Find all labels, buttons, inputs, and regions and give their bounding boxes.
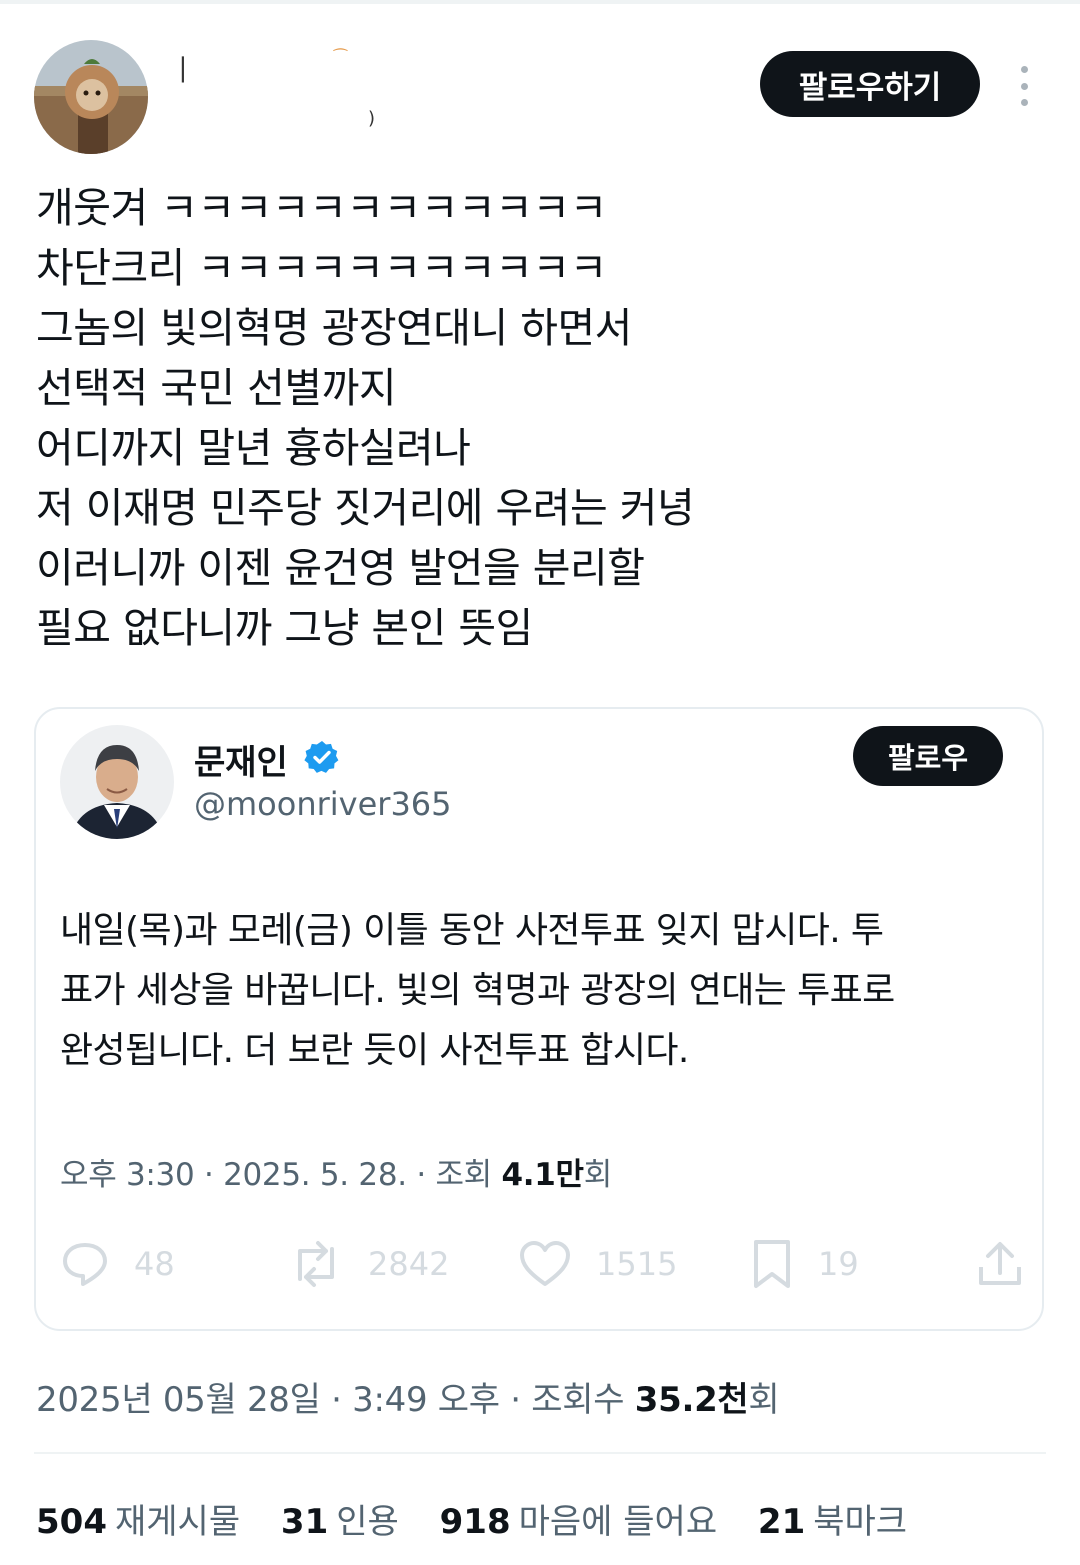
verified-badge-icon bbox=[304, 741, 339, 773]
post-text: 개웃겨 ㅋㅋㅋㅋㅋㅋㅋㅋㅋㅋㅋㅋ 차단크리 ㅋㅋㅋㅋㅋㅋㅋㅋㅋㅋㅋ 그놈의 빛의… bbox=[36, 178, 1036, 658]
likes-count: 918 bbox=[439, 1502, 511, 1542]
post-timestamp-views: 2025년 05월 28일 · 3:49 오후 · 조회수 35.2천회 bbox=[36, 1372, 780, 1421]
bookmark-icon bbox=[754, 1240, 790, 1288]
bookmark-button[interactable]: 19 bbox=[750, 1229, 859, 1299]
quoted-timestamp: 오후 3:30 · 2025. 5. 28. · 조회 bbox=[60, 1157, 502, 1193]
heart-icon bbox=[520, 1241, 570, 1286]
reply-icon bbox=[63, 1243, 107, 1286]
reposts-stat[interactable]: 504 재게시물 bbox=[36, 1494, 240, 1543]
post-line: 필요 없다니까 그냥 본인 뜻임 bbox=[36, 604, 533, 652]
post-timestamp: 2025년 05월 28일 · 3:49 오후 · 조회수 bbox=[36, 1380, 635, 1420]
portrait-avatar-image bbox=[60, 725, 174, 839]
repost-button[interactable]: 2842 bbox=[288, 1229, 449, 1299]
quoted-tweet-card[interactable]: 문재인 @moonriver365 팔로우 내일(목)과 모레(금) 이틀 동안… bbox=[34, 707, 1044, 1331]
bookmarks-stat[interactable]: 21 북마크 bbox=[758, 1494, 907, 1543]
follow-button[interactable]: 팔로우하기 bbox=[760, 51, 980, 117]
bookmarks-count: 21 bbox=[757, 1502, 806, 1542]
post-line: 어디까지 말년 흉하실려나 bbox=[36, 424, 471, 472]
quoted-author-handle[interactable]: @moonriver365 bbox=[194, 785, 452, 823]
stats-divider bbox=[34, 1452, 1046, 1454]
reply-count: 48 bbox=[134, 1245, 175, 1283]
post-line: 그놈의 빛의혁명 광장연대니 하면서 bbox=[36, 304, 632, 352]
post-line: 이러니까 이젠 윤건영 발언을 분리할 bbox=[36, 544, 645, 592]
engagement-stats: 504 재게시물 31 인용 918 마음에 들어요 21 북마크 bbox=[36, 1494, 937, 1543]
post-line: 저 이재명 민주당 짓거리에 우려는 커녕 bbox=[36, 484, 695, 532]
reposts-label: 재게시물 bbox=[114, 1502, 241, 1542]
quoted-view-suffix: 회 bbox=[583, 1157, 613, 1193]
top-divider bbox=[0, 0, 1080, 4]
like-count: 1515 bbox=[596, 1245, 678, 1283]
redacted-name-mark: ▏ bbox=[182, 58, 199, 83]
author-avatar[interactable] bbox=[34, 40, 148, 154]
quoted-view-count: 4.1만 bbox=[501, 1157, 584, 1193]
share-button[interactable] bbox=[976, 1229, 1024, 1299]
quoted-text-line: 내일(목)과 모레(금) 이틀 동안 사전투표 잊지 맙시다. 투 bbox=[60, 910, 884, 951]
reply-button[interactable]: 48 bbox=[60, 1229, 175, 1299]
bookmarks-label: 북마크 bbox=[813, 1502, 908, 1542]
quoted-text-line: 완성됩니다. 더 보란 듯이 사전투표 합시다. bbox=[60, 1030, 689, 1071]
post-line: 개웃겨 ㅋㅋㅋㅋㅋㅋㅋㅋㅋㅋㅋㅋ bbox=[36, 184, 607, 232]
cat-lion-avatar-image bbox=[34, 40, 148, 154]
quoted-tweet-text: 내일(목)과 모레(금) 이틀 동안 사전투표 잊지 맙시다. 투 표가 세상을… bbox=[60, 901, 1026, 1081]
post-view-count: 35.2천 bbox=[634, 1380, 749, 1420]
likes-stat[interactable]: 918 마음에 들어요 bbox=[440, 1494, 717, 1543]
quoted-author-avatar[interactable] bbox=[60, 725, 174, 839]
post-line: 선택적 국민 선별까지 bbox=[36, 364, 397, 412]
bookmark-count: 19 bbox=[818, 1245, 859, 1283]
repost-count: 2842 bbox=[368, 1245, 450, 1283]
quotes-count: 31 bbox=[280, 1502, 329, 1542]
repost-icon bbox=[298, 1241, 334, 1287]
post-view-suffix: 회 bbox=[748, 1380, 780, 1420]
quoted-tweet-meta: 오후 3:30 · 2025. 5. 28. · 조회 4.1만회 bbox=[60, 1149, 612, 1194]
quoted-author-name[interactable]: 문재인 bbox=[194, 735, 288, 784]
quoted-action-bar: 48 2842 1515 19 bbox=[60, 1229, 1026, 1299]
post-line: 차단크리 ㅋㅋㅋㅋㅋㅋㅋㅋㅋㅋㅋ bbox=[36, 244, 607, 292]
quoted-follow-button[interactable]: 팔로우 bbox=[853, 726, 1003, 786]
quotes-label: 인용 bbox=[336, 1502, 399, 1542]
share-icon bbox=[979, 1242, 1021, 1285]
reposts-count: 504 bbox=[36, 1502, 107, 1542]
like-button[interactable]: 1515 bbox=[518, 1229, 677, 1299]
redacted-handle-mark: ) bbox=[368, 108, 376, 129]
quotes-stat[interactable]: 31 인용 bbox=[281, 1494, 399, 1543]
more-options-icon[interactable] bbox=[1014, 66, 1034, 106]
likes-label: 마음에 들어요 bbox=[518, 1502, 718, 1542]
quoted-text-line: 표가 세상을 바꿉니다. 빛의 혁명과 광장의 연대는 투표로 bbox=[60, 970, 895, 1011]
redacted-name-mark: ⁀ bbox=[334, 48, 347, 67]
